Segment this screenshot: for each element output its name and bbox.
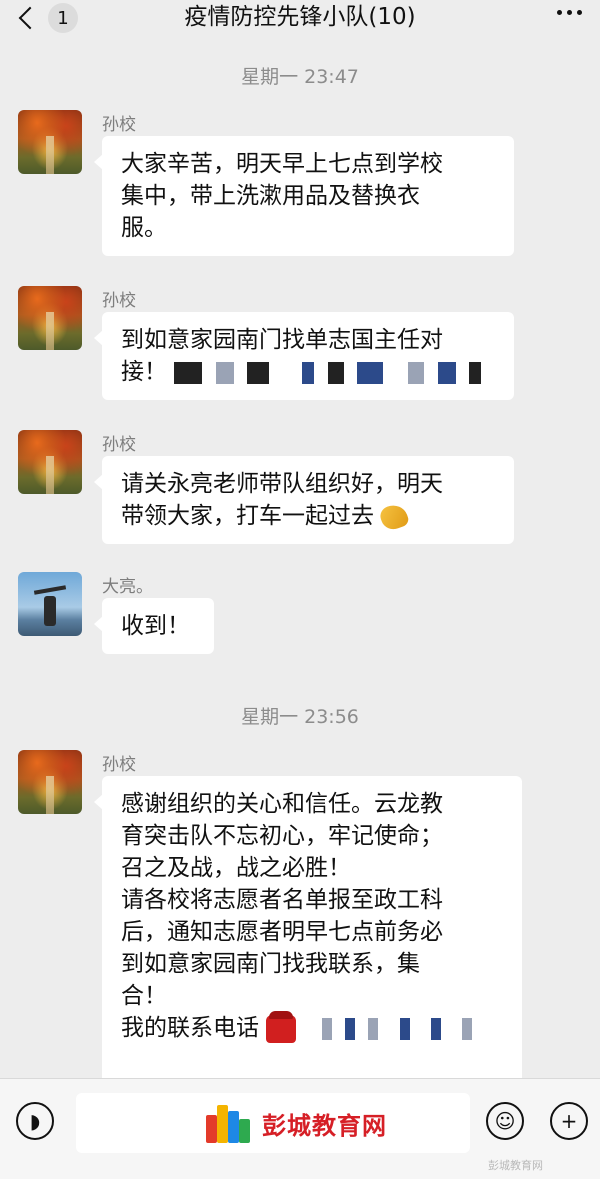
voice-icon[interactable]: ◗	[16, 1102, 54, 1140]
chat-title: 疫情防控先锋小队(10)	[184, 4, 416, 30]
book-logo-icon	[206, 1103, 250, 1143]
message-line: 召之及战，战之必胜！	[121, 855, 351, 881]
redaction-block	[327, 361, 344, 384]
avatar[interactable]	[18, 572, 82, 636]
watermark-logo: 彭城教育网	[206, 1103, 387, 1143]
message-input[interactable]: 彭城教育网	[76, 1093, 470, 1153]
message-line: 到如意家园南门找我联系，集	[121, 951, 420, 977]
timestamp: 星期一 23:56	[241, 706, 359, 728]
redaction-block	[468, 361, 481, 384]
message-line: 合！	[121, 983, 167, 1009]
input-bar: ◗ 彭城教育网 ☺ + 彭城教育网	[0, 1078, 600, 1179]
message-line-with-redaction: 接！	[121, 356, 496, 388]
sender-name: 孙校	[102, 291, 136, 311]
telephone-emoji-icon	[266, 1010, 297, 1043]
message-line-text: 接！	[121, 359, 167, 385]
message-line: 请关永亮老师带队组织好，明天	[121, 471, 443, 497]
redaction-block	[356, 361, 383, 384]
redaction-block	[408, 361, 425, 384]
message-bubble[interactable]: 感谢组织的关心和信任。云龙教 育突击队不忘初心，牢记使命； 召之及战，战之必胜！…	[94, 776, 522, 1086]
redaction-block	[215, 361, 234, 384]
message-bubble[interactable]: 收到！	[94, 598, 214, 654]
redaction-block	[399, 1017, 410, 1040]
redaction-block	[437, 361, 456, 384]
redaction-block	[246, 361, 269, 384]
message-line: 感谢组织的关心和信任。云龙教	[121, 791, 443, 817]
chat-header: 1 疫情防控先锋小队(10)	[0, 0, 600, 38]
avatar[interactable]	[18, 750, 82, 814]
sender-name: 孙校	[102, 435, 136, 455]
sender-name: 孙校	[102, 115, 136, 135]
redaction-block	[344, 1017, 355, 1040]
plus-icon[interactable]: +	[550, 1102, 588, 1140]
message-line-with-phone: 我的联系电话	[121, 1010, 504, 1044]
timestamp: 星期一 23:47	[241, 66, 359, 88]
sender-name: 孙校	[102, 755, 136, 775]
message-line: 集中，带上洗漱用品及替换衣	[121, 183, 420, 209]
message-line-text: 带领大家，打车一起过去	[121, 503, 374, 529]
emoji-icon[interactable]: ☺	[486, 1102, 524, 1140]
clapping-hands-emoji-icon	[377, 500, 411, 533]
redaction-block	[430, 1017, 441, 1040]
watermark-small-text: 彭城教育网	[488, 1159, 543, 1172]
watermark-text: 彭城教育网	[262, 1111, 387, 1140]
message-line-text: 我的联系电话	[121, 1015, 259, 1041]
redaction-block	[368, 1017, 379, 1040]
sender-name: 大亮。	[102, 577, 153, 597]
message-bubble[interactable]: 大家辛苦，明天早上七点到学校 集中，带上洗漱用品及替换衣 服。	[94, 136, 514, 256]
message-line: 请各校将志愿者名单报至政工科	[121, 887, 443, 913]
message-line: 收到！	[121, 613, 190, 639]
more-dots-icon[interactable]	[557, 10, 582, 15]
avatar[interactable]	[18, 286, 82, 350]
message-bubble[interactable]: 到如意家园南门找单志国主任对 接！	[94, 312, 514, 400]
message-line: 后，通知志愿者明早七点前务必	[121, 919, 443, 945]
message-line-with-emoji: 带领大家，打车一起过去	[121, 500, 496, 533]
redaction-block	[174, 361, 203, 384]
avatar[interactable]	[18, 110, 82, 174]
redaction-block	[462, 1017, 473, 1040]
message-line: 服。	[121, 215, 167, 241]
redaction-block	[321, 1017, 332, 1040]
redaction-block	[302, 361, 315, 384]
message-line: 到如意家园南门找单志国主任对	[121, 327, 443, 353]
message-line: 大家辛苦，明天早上七点到学校	[121, 151, 443, 177]
message-line: 育突击队不忘初心，牢记使命；	[121, 823, 443, 849]
message-bubble[interactable]: 请关永亮老师带队组织好，明天 带领大家，打车一起过去	[94, 456, 514, 544]
avatar[interactable]	[18, 430, 82, 494]
